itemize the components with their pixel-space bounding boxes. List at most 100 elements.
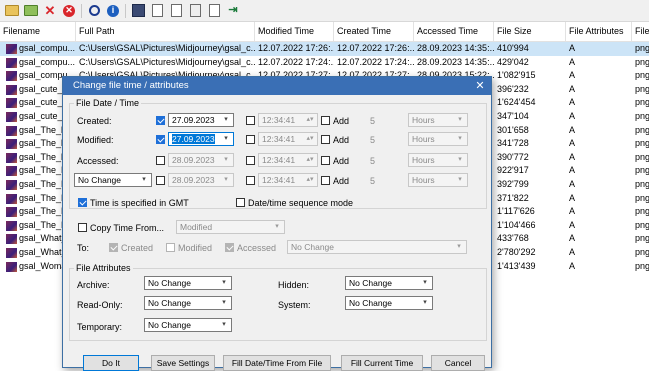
- accessed-add-label: Add: [333, 156, 350, 166]
- file-attributes-cell: A: [569, 206, 576, 217]
- file-type-cell: png: [635, 56, 649, 67]
- created-add-unit[interactable]: Hours ▾: [408, 113, 468, 127]
- list-header: Filename Full Path Modified Time Created…: [0, 22, 649, 42]
- file-attributes-cell: A: [569, 151, 576, 162]
- copy-to-created-label: Created: [121, 243, 154, 253]
- refresh-icon[interactable]: [149, 3, 165, 19]
- modified-time-checkbox[interactable]: [246, 135, 255, 144]
- info-icon[interactable]: i: [105, 3, 121, 19]
- column-created-time[interactable]: Created Time: [334, 22, 414, 41]
- file-type-cell: png: [635, 151, 649, 162]
- file-size-cell: 429'042: [497, 56, 529, 67]
- modified-add-checkbox[interactable]: [321, 135, 330, 144]
- hidden-label: Hidden:: [278, 280, 310, 290]
- file-type-cell: png: [635, 165, 649, 176]
- file-attributes-cell: A: [569, 43, 576, 53]
- file-size-cell: 1'104'466: [497, 219, 536, 230]
- accessed-date-checkbox[interactable]: [156, 156, 165, 165]
- accessed-add-unit[interactable]: Hours ▾: [408, 153, 468, 167]
- fourth-time-checkbox[interactable]: [246, 176, 255, 185]
- exit-icon[interactable]: ⇥: [225, 3, 241, 19]
- table-row[interactable]: gsal_compu...C:\Users\GSAL\Pictures\Midj…: [0, 42, 649, 56]
- created-time-checkbox[interactable]: [246, 116, 255, 125]
- fourth-add-unit[interactable]: Hours ▾: [408, 173, 468, 187]
- file-size-cell: 1'082'915: [497, 70, 536, 81]
- group-label-date-time: File Date / Time: [74, 98, 142, 108]
- file-attributes-cell: A: [569, 70, 576, 81]
- created-time-field[interactable]: 12:34:41 ▴▾: [258, 113, 318, 127]
- created-date-checkbox[interactable]: [156, 116, 165, 125]
- copy-time-source[interactable]: Modified ▾: [176, 220, 285, 234]
- file-size-cell: 1'117'626: [497, 206, 535, 217]
- file-type-cell: png: [635, 97, 649, 108]
- copy-icon[interactable]: [168, 3, 184, 19]
- file-size-cell: 396'232: [497, 83, 529, 94]
- do-it-button[interactable]: Do It: [83, 355, 139, 371]
- file-type-cell: png: [635, 43, 649, 53]
- file-type-cell: png: [635, 111, 649, 121]
- copy-to-modified-checkbox[interactable]: [166, 243, 175, 252]
- dialog-titlebar[interactable]: Change file time / attributes ✕: [63, 77, 491, 95]
- copy-to-accessed-checkbox[interactable]: [225, 243, 234, 252]
- created-add-checkbox[interactable]: [321, 116, 330, 125]
- system-select[interactable]: No Change ▾: [345, 296, 433, 310]
- file-attributes-cell: A: [569, 83, 576, 94]
- delete-x-icon[interactable]: ✕: [42, 3, 58, 19]
- toolbar-separator: [125, 3, 126, 18]
- table-row[interactable]: gsal_compu...C:\Users\GSAL\Pictures\Midj…: [0, 56, 649, 70]
- properties-icon[interactable]: [187, 3, 203, 19]
- accessed-add-checkbox[interactable]: [321, 156, 330, 165]
- column-file-type[interactable]: File: [632, 22, 649, 41]
- clock-icon[interactable]: [86, 3, 102, 19]
- stop-icon[interactable]: ✕: [61, 3, 77, 19]
- sequence-mode-checkbox[interactable]: [236, 198, 245, 207]
- open-folder-icon[interactable]: [4, 3, 20, 19]
- save-settings-button[interactable]: Save Settings: [151, 355, 215, 371]
- html-report-icon[interactable]: [206, 3, 222, 19]
- created-label: Created:: [77, 116, 112, 126]
- accessed-time-checkbox[interactable]: [246, 156, 255, 165]
- created-add-label: Add: [333, 116, 350, 126]
- close-icon[interactable]: ✕: [473, 77, 487, 95]
- copy-to-select[interactable]: No Change ▾: [287, 240, 467, 254]
- file-attributes-cell: A: [569, 247, 576, 257]
- save-icon[interactable]: [130, 3, 146, 19]
- fourth-date-checkbox[interactable]: [156, 176, 165, 185]
- add-folder-icon[interactable]: [23, 3, 39, 19]
- accessed-time-cell: 28.09.2023 14:35:...: [417, 43, 494, 53]
- full-path-cell: C:\Users\GSAL\Pictures\Midjourney\gsal_c…: [79, 56, 255, 67]
- fourth-add-checkbox[interactable]: [321, 176, 330, 185]
- created-date-picker[interactable]: 27.09.2023 ▾: [168, 113, 234, 127]
- modified-add-amount: 5: [370, 135, 376, 145]
- readonly-select[interactable]: No Change ▾: [144, 296, 232, 310]
- column-file-size[interactable]: File Size: [494, 22, 566, 41]
- modified-time-field[interactable]: 12:34:41 ▴▾: [258, 132, 318, 146]
- temporary-select[interactable]: No Change ▾: [144, 318, 232, 332]
- fourth-time-field[interactable]: 12:34:41 ▴▾: [258, 173, 318, 187]
- column-file-attributes[interactable]: File Attributes: [566, 22, 632, 41]
- column-full-path[interactable]: Full Path: [76, 22, 255, 41]
- accessed-date-picker[interactable]: 28.09.2023 ▾: [168, 153, 234, 167]
- hidden-select[interactable]: No Change ▾: [345, 276, 433, 290]
- fourth-add-amount: 5: [370, 176, 376, 186]
- file-size-cell: 392'799: [497, 179, 529, 189]
- file-type-cell: png: [635, 219, 649, 230]
- fill-from-file-button[interactable]: Fill Date/Time From File: [223, 355, 331, 371]
- fill-current-time-button[interactable]: Fill Current Time: [341, 355, 423, 371]
- archive-select[interactable]: No Change ▾: [144, 276, 232, 290]
- fourth-time-select[interactable]: No Change ▾: [74, 173, 152, 187]
- file-type-cell: png: [635, 206, 649, 217]
- column-modified-time[interactable]: Modified Time: [255, 22, 334, 41]
- modified-add-unit[interactable]: Hours ▾: [408, 132, 468, 146]
- column-accessed-time[interactable]: Accessed Time: [414, 22, 494, 41]
- cancel-button[interactable]: Cancel: [431, 355, 485, 371]
- copy-time-checkbox[interactable]: [78, 223, 87, 232]
- fourth-date-picker[interactable]: 28.09.2023 ▾: [168, 173, 234, 187]
- modified-date-checkbox[interactable]: [156, 135, 165, 144]
- gmt-checkbox[interactable]: [78, 198, 87, 207]
- column-filename[interactable]: Filename: [0, 22, 76, 41]
- copy-to-created-checkbox[interactable]: [109, 243, 118, 252]
- accessed-time-field[interactable]: 12:34:41 ▴▾: [258, 153, 318, 167]
- file-type-cell: png: [635, 233, 649, 244]
- modified-date-picker[interactable]: 27.09.2023 ▾: [168, 132, 234, 146]
